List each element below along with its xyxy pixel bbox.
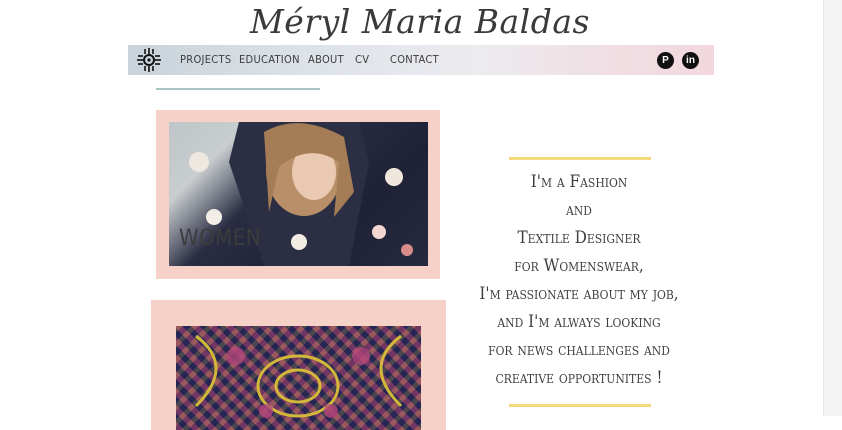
project-card-textile[interactable] bbox=[151, 300, 446, 430]
bio-text: I'm a Fashion and Textile Designer for W… bbox=[470, 168, 688, 392]
nav-item-about[interactable]: About bbox=[308, 45, 344, 75]
bio-line: for news challenges and bbox=[488, 340, 670, 360]
sun-symbol-icon[interactable] bbox=[136, 47, 162, 73]
bio-line: for Womenswear, bbox=[514, 256, 644, 276]
scrollbar-track[interactable] bbox=[823, 0, 842, 416]
bio-top-divider bbox=[509, 157, 651, 160]
nav-bar: Projects Education About CV Contact P in bbox=[128, 45, 714, 75]
bio-line: Textile Designer bbox=[517, 228, 641, 248]
project-card-women[interactable]: WOMEN bbox=[156, 110, 440, 279]
site-title[interactable]: Méryl Maria Baldas bbox=[200, 0, 640, 44]
bio-line: creative opportunites ! bbox=[495, 368, 663, 388]
nav-item-contact[interactable]: Contact bbox=[390, 45, 439, 75]
section-divider bbox=[156, 88, 320, 90]
textile-pattern-image[interactable] bbox=[176, 326, 421, 430]
linkedin-icon[interactable]: in bbox=[682, 52, 699, 69]
nav-item-projects[interactable]: Projects bbox=[180, 45, 231, 75]
nav-item-cv[interactable]: CV bbox=[355, 45, 369, 75]
women-label: WOMEN bbox=[179, 226, 262, 251]
pinterest-icon[interactable]: P bbox=[657, 52, 674, 69]
bio-bottom-divider bbox=[509, 404, 651, 407]
bio-line: and I'm always looking bbox=[497, 312, 661, 332]
bio-line: I'm a Fashion bbox=[530, 172, 628, 192]
nav-item-education[interactable]: Education bbox=[239, 45, 300, 75]
bio-line: I'm passionate about my job, bbox=[479, 284, 679, 304]
bio-line: and bbox=[566, 200, 592, 220]
women-collection-photo[interactable]: WOMEN bbox=[169, 122, 428, 266]
